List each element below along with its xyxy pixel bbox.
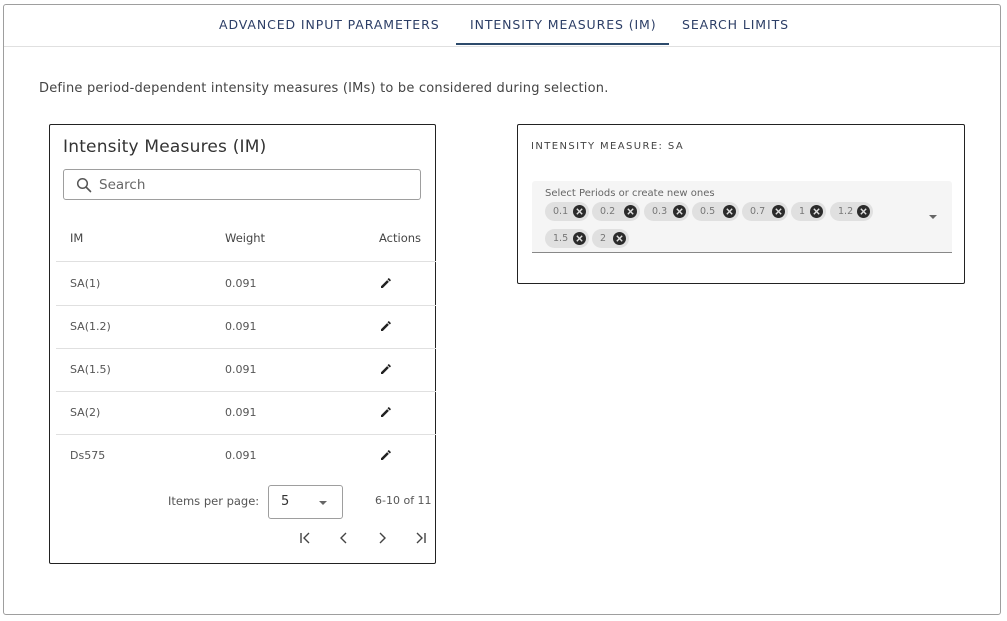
im-cell: SA(1.2) (70, 320, 111, 333)
period-chip-label: 0.7 (750, 206, 766, 217)
tab-bar: ADVANCED INPUT PARAMETERS INTENSITY MEAS… (4, 5, 1000, 47)
previous-page-icon[interactable] (334, 528, 354, 548)
search-icon (76, 177, 92, 193)
period-chip-label: 1.2 (838, 206, 854, 217)
table-row: SA(1.5) 0.091 (56, 348, 436, 392)
remove-chip-icon[interactable] (723, 205, 736, 218)
tab-intensity-measures[interactable]: INTENSITY MEASURES (IM) (470, 17, 657, 32)
column-header-actions: Actions (379, 231, 422, 245)
pagination-range: 6-10 of 11 (375, 494, 432, 507)
search-input[interactable] (99, 175, 399, 195)
period-chip-label: 0.3 (652, 206, 668, 217)
weight-cell: 0.091 (225, 449, 257, 462)
search-field[interactable] (63, 169, 421, 200)
next-page-icon[interactable] (372, 528, 392, 548)
periods-label: Select Periods or create new ones (545, 188, 715, 199)
edit-icon[interactable] (379, 362, 393, 379)
card-title: INTENSITY MEASURE: SA (531, 141, 685, 152)
im-cell: SA(2) (70, 406, 101, 419)
column-header-weight: Weight (225, 231, 266, 245)
periods-select[interactable]: Select Periods or create new ones 0.1 0.2… (532, 181, 952, 253)
items-per-page-label: Items per page: (168, 494, 260, 508)
edit-icon[interactable] (379, 319, 393, 336)
card-title: Intensity Measures (IM) (63, 137, 267, 157)
period-chip[interactable]: 0.5 (692, 202, 739, 221)
remove-chip-icon[interactable] (673, 205, 686, 218)
tab-search-limits[interactable]: SEARCH LIMITS (682, 17, 789, 32)
remove-chip-icon[interactable] (613, 232, 626, 245)
remove-chip-icon[interactable] (772, 205, 785, 218)
active-tab-indicator (456, 43, 669, 45)
intro-text: Define period-dependent intensity measur… (39, 81, 609, 96)
table-row: SA(1) 0.091 (56, 262, 436, 306)
intensity-measure-sa-card: INTENSITY MEASURE: SA Select Periods or … (517, 124, 965, 284)
weight-cell: 0.091 (225, 277, 257, 290)
im-cell: Ds575 (70, 449, 106, 462)
table-header: IM Weight Actions (56, 219, 436, 262)
remove-chip-icon[interactable] (624, 205, 637, 218)
period-chip[interactable]: 0.2 (592, 202, 640, 221)
edit-icon[interactable] (379, 276, 393, 293)
period-chip[interactable]: 0.3 (644, 202, 689, 221)
tab-advanced-input-parameters[interactable]: ADVANCED INPUT PARAMETERS (219, 17, 440, 32)
remove-chip-icon[interactable] (573, 232, 586, 245)
first-page-icon[interactable] (296, 528, 316, 548)
period-chip-label: 1.5 (553, 233, 569, 244)
intensity-measures-card: Intensity Measures (IM) IM Weight Action… (49, 124, 436, 564)
last-page-icon[interactable] (410, 528, 430, 548)
period-chip[interactable]: 0.1 (545, 202, 589, 221)
period-chip[interactable]: 2 (592, 229, 629, 248)
im-cell: SA(1) (70, 277, 101, 290)
edit-icon[interactable] (379, 448, 393, 465)
column-header-im: IM (70, 231, 84, 245)
table-row: SA(1.2) 0.091 (56, 305, 436, 349)
period-chip[interactable]: 1.2 (830, 202, 873, 221)
app-frame: ADVANCED INPUT PARAMETERS INTENSITY MEAS… (3, 4, 1001, 615)
period-chip-label: 0.2 (600, 206, 616, 217)
edit-icon[interactable] (379, 405, 393, 422)
table-row: Ds575 0.091 (56, 434, 436, 477)
remove-chip-icon[interactable] (573, 205, 586, 218)
period-chip[interactable]: 1.5 (545, 229, 589, 248)
period-chip-label: 2 (600, 233, 607, 244)
period-chip[interactable]: 0.7 (742, 202, 788, 221)
chevron-down-icon (319, 501, 327, 505)
table-row: SA(2) 0.091 (56, 391, 436, 435)
period-chip-label: 0.1 (553, 206, 569, 217)
remove-chip-icon[interactable] (857, 205, 870, 218)
items-per-page-select[interactable]: 5 (268, 485, 343, 519)
period-chip-label: 0.5 (700, 206, 716, 217)
remove-chip-icon[interactable] (810, 205, 823, 218)
weight-cell: 0.091 (225, 320, 257, 333)
chevron-down-icon[interactable] (929, 215, 937, 219)
im-cell: SA(1.5) (70, 363, 111, 376)
weight-cell: 0.091 (225, 406, 257, 419)
items-per-page-value: 5 (281, 494, 290, 509)
period-chip[interactable]: 1 (791, 202, 826, 221)
weight-cell: 0.091 (225, 363, 257, 376)
period-chip-label: 1 (799, 206, 806, 217)
